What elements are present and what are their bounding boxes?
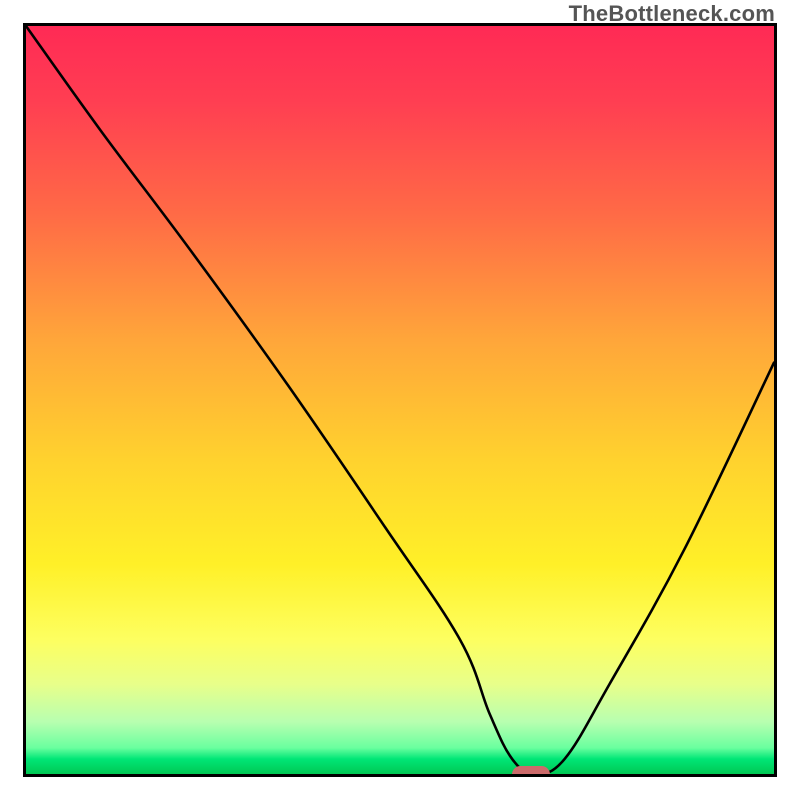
optimum-marker	[512, 766, 550, 777]
chart-frame: TheBottleneck.com	[0, 0, 800, 800]
bottleneck-curve	[26, 26, 774, 774]
plot-area	[23, 23, 777, 777]
